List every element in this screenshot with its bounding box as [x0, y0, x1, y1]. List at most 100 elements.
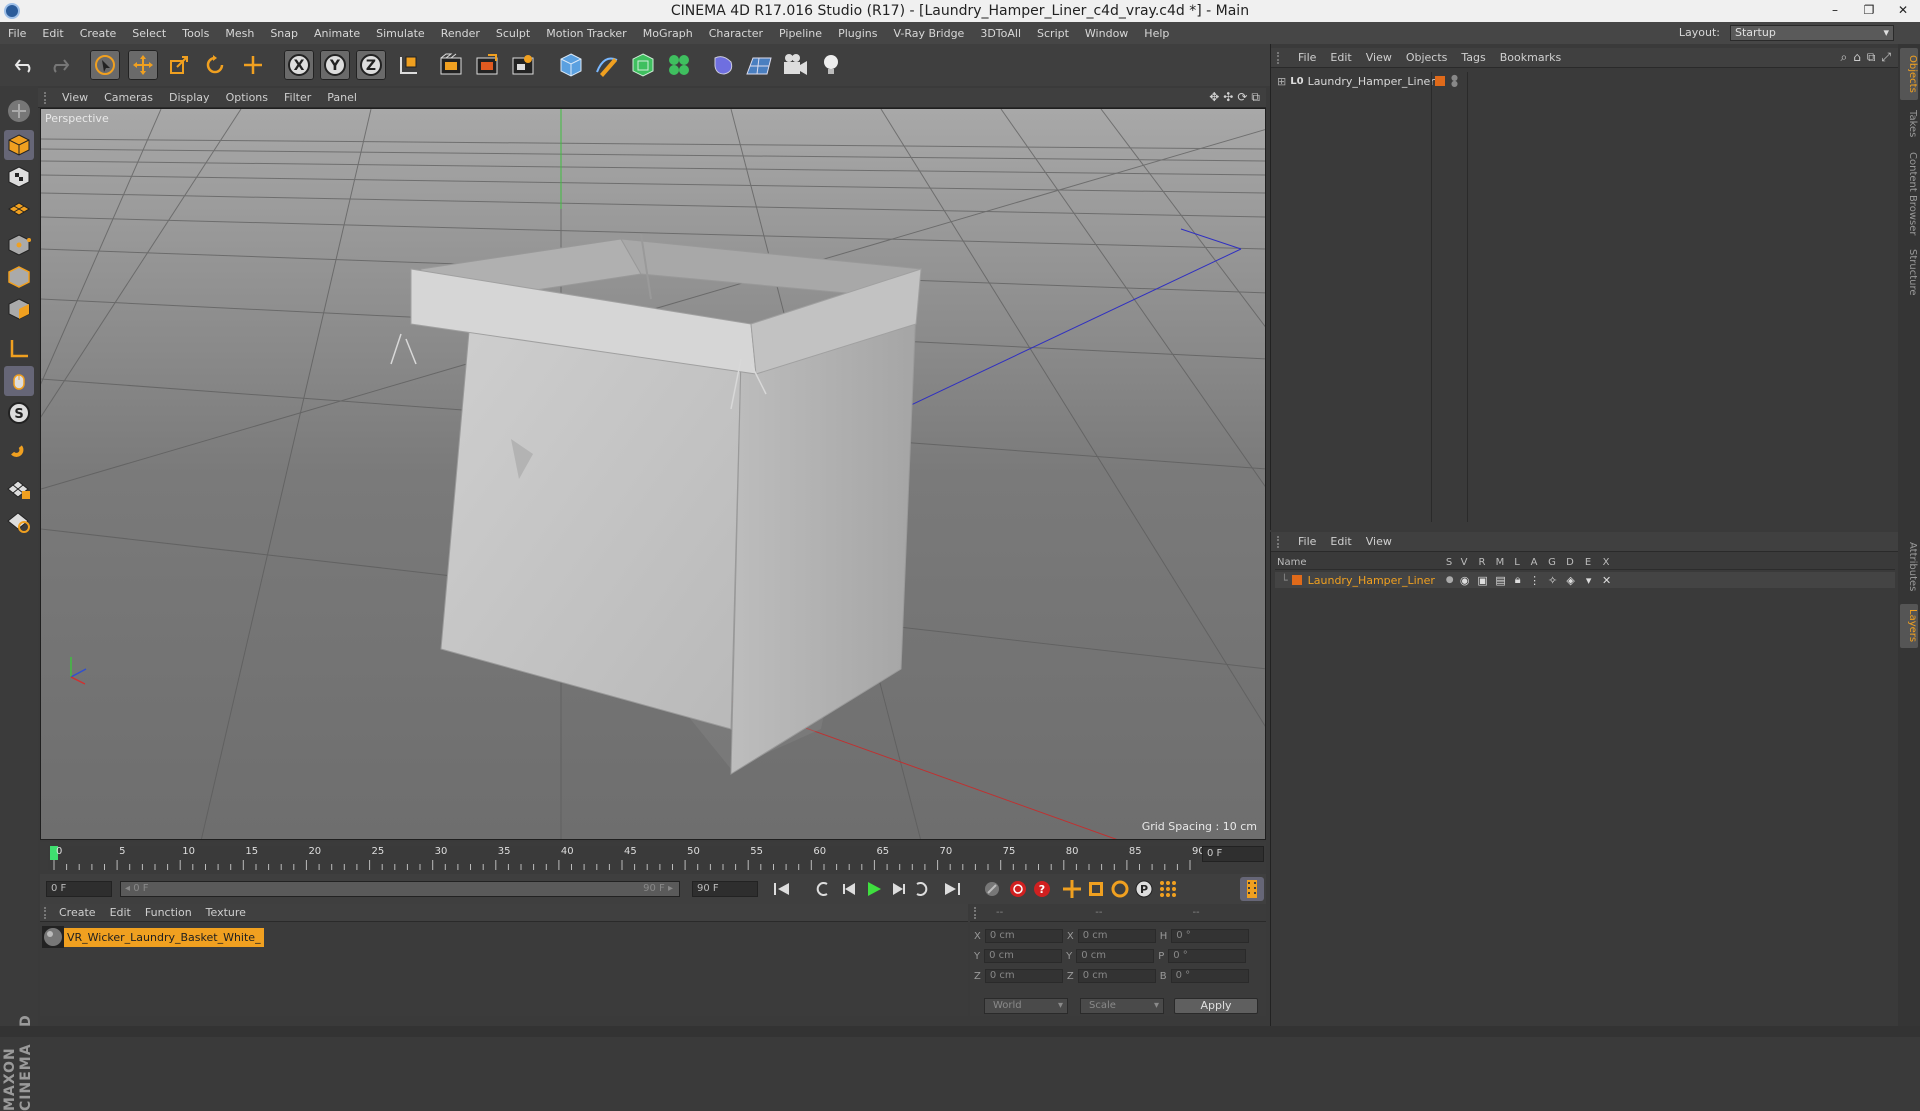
tab-attributes[interactable]: Attributes: [1900, 534, 1918, 600]
workplane-align-button[interactable]: [4, 506, 34, 536]
render-toggle-icon[interactable]: ▣: [1474, 574, 1492, 587]
restore-button[interactable]: ❐: [1852, 0, 1886, 22]
position-z-field[interactable]: 0 cm: [984, 969, 1063, 983]
menu-mograph[interactable]: MoGraph: [635, 27, 701, 40]
close-button[interactable]: ✕: [1886, 0, 1920, 22]
scale-button[interactable]: [164, 50, 194, 80]
menu-vray-bridge[interactable]: V-Ray Bridge: [885, 27, 972, 40]
menu-motion-tracker[interactable]: Motion Tracker: [538, 27, 634, 40]
rotation-p-field[interactable]: 0 °: [1168, 949, 1247, 963]
pen-spline-button[interactable]: [592, 50, 622, 80]
menu-tools[interactable]: Tools: [174, 27, 217, 40]
tab-objects[interactable]: Objects: [1900, 48, 1918, 100]
object-menu-tags[interactable]: Tags: [1454, 51, 1492, 64]
axis-mode-button[interactable]: [4, 334, 34, 364]
material-menu-edit[interactable]: Edit: [103, 906, 138, 919]
deformers-toggle-icon[interactable]: ◈: [1562, 574, 1580, 587]
layer-menu-view[interactable]: View: [1359, 535, 1399, 548]
x-axis-lock-button[interactable]: X: [284, 50, 314, 80]
menu-window[interactable]: Window: [1077, 27, 1136, 40]
play-button[interactable]: [862, 877, 886, 901]
timeline-ruler[interactable]: 0 5 10 15 20 25 30 35 40 45 50 55 60 65 70 75 80 85 90 0 F: [40, 842, 1266, 874]
y-axis-lock-button[interactable]: Y: [320, 50, 350, 80]
go-to-start-button[interactable]: [770, 877, 794, 901]
menu-mesh[interactable]: Mesh: [217, 27, 262, 40]
menu-help[interactable]: Help: [1136, 27, 1177, 40]
rotation-b-field[interactable]: 0 °: [1170, 969, 1249, 983]
next-key-button[interactable]: [910, 877, 934, 901]
material-item[interactable]: VR_Wicker_Laundry_Basket_White_: [42, 926, 264, 948]
minimize-button[interactable]: –: [1818, 0, 1852, 22]
cube-object-button[interactable]: [556, 50, 586, 80]
viewport-menu-filter[interactable]: Filter: [276, 91, 319, 104]
viewport-toggle-icon[interactable]: ⧉: [1251, 90, 1260, 105]
next-frame-button[interactable]: [886, 877, 910, 901]
frame-range-slider[interactable]: ◂ 0 F 90 F ▸: [120, 881, 680, 897]
menu-simulate[interactable]: Simulate: [368, 27, 433, 40]
viewport-menu-panel[interactable]: Panel: [319, 91, 365, 104]
points-mode-button[interactable]: [4, 230, 34, 260]
edit-render-settings-button[interactable]: [508, 50, 538, 80]
object-menu-objects[interactable]: Objects: [1399, 51, 1455, 64]
size-mode-dropdown[interactable]: Scale ▾: [1080, 998, 1164, 1014]
menu-sculpt[interactable]: Sculpt: [488, 27, 538, 40]
deformer-button[interactable]: [708, 50, 738, 80]
menu-select[interactable]: Select: [124, 27, 174, 40]
menu-create[interactable]: Create: [72, 27, 125, 40]
light-button[interactable]: [816, 50, 846, 80]
xrefs-toggle-icon[interactable]: ✕: [1598, 574, 1616, 587]
recent-tool-button[interactable]: [238, 50, 268, 80]
go-to-end-button[interactable]: [940, 877, 964, 901]
menu-snap[interactable]: Snap: [262, 27, 306, 40]
tab-layers[interactable]: Layers: [1900, 604, 1918, 648]
redo-button[interactable]: [44, 50, 74, 80]
tab-structure[interactable]: Structure: [1900, 244, 1918, 300]
object-menu-view[interactable]: View: [1359, 51, 1399, 64]
render-view-button[interactable]: [436, 50, 466, 80]
material-menu-create[interactable]: Create: [52, 906, 103, 919]
floor-button[interactable]: [744, 50, 774, 80]
tab-takes[interactable]: Takes: [1900, 104, 1918, 144]
layer-menu-edit[interactable]: Edit: [1323, 535, 1358, 548]
layer-row[interactable]: └ Laundry_Hamper_Liner ● ◉ ▣ ▤ 🔒︎ ⋮ ✧ ◈ …: [1275, 572, 1895, 588]
magnet-button[interactable]: [4, 438, 34, 468]
material-menu-texture[interactable]: Texture: [199, 906, 253, 919]
lock-icon[interactable]: 🔒︎: [1510, 573, 1526, 587]
z-axis-lock-button[interactable]: Z: [356, 50, 386, 80]
texture-mode-button[interactable]: [4, 162, 34, 192]
key-scale-button[interactable]: [1084, 877, 1108, 901]
object-expand-icon[interactable]: ⊞: [1277, 75, 1286, 88]
layer-menu-file[interactable]: File: [1291, 535, 1323, 548]
menu-render[interactable]: Render: [433, 27, 488, 40]
viewport-pan-icon[interactable]: ✥: [1209, 90, 1219, 105]
make-editable-button[interactable]: [4, 96, 34, 126]
workplane-mode-button[interactable]: [4, 194, 34, 224]
polygons-mode-button[interactable]: [4, 294, 34, 324]
model-mode-button[interactable]: [4, 130, 34, 160]
workplane-lock-button[interactable]: [4, 474, 34, 504]
end-frame-field[interactable]: 90 F: [692, 881, 758, 897]
generators-toggle-icon[interactable]: ✧: [1544, 574, 1562, 587]
record-keys-button[interactable]: [1006, 877, 1030, 901]
position-x-field[interactable]: 0 cm: [984, 929, 1063, 943]
size-y-field[interactable]: 0 cm: [1076, 949, 1155, 963]
menu-pipeline[interactable]: Pipeline: [771, 27, 830, 40]
rotation-h-field[interactable]: 0 °: [1171, 929, 1250, 943]
timeline-window-button[interactable]: [1240, 877, 1264, 901]
apply-button[interactable]: Apply: [1174, 998, 1258, 1014]
subdivision-surface-button[interactable]: [628, 50, 658, 80]
autokey-button[interactable]: ?: [1030, 877, 1054, 901]
expand-icon[interactable]: ⤢: [1881, 50, 1891, 65]
menu-3dtoall[interactable]: 3DToAll: [972, 27, 1029, 40]
home-icon[interactable]: ⌂: [1853, 50, 1861, 65]
tab-content-browser[interactable]: Content Browser: [1900, 148, 1918, 240]
menu-script[interactable]: Script: [1029, 27, 1077, 40]
key-pla-button[interactable]: [1156, 877, 1180, 901]
object-menu-bookmarks[interactable]: Bookmarks: [1493, 51, 1568, 64]
start-frame-field[interactable]: 0 F: [46, 881, 112, 897]
object-row[interactable]: ⊞ L0 Laundry_Hamper_Liner ● ●: [1271, 72, 1899, 90]
snapping-button[interactable]: S: [4, 398, 34, 428]
move-button[interactable]: [128, 50, 158, 80]
visibility-dots-icon[interactable]: ● ●: [1451, 74, 1458, 88]
manager-toggle-icon[interactable]: ▤: [1492, 574, 1510, 587]
